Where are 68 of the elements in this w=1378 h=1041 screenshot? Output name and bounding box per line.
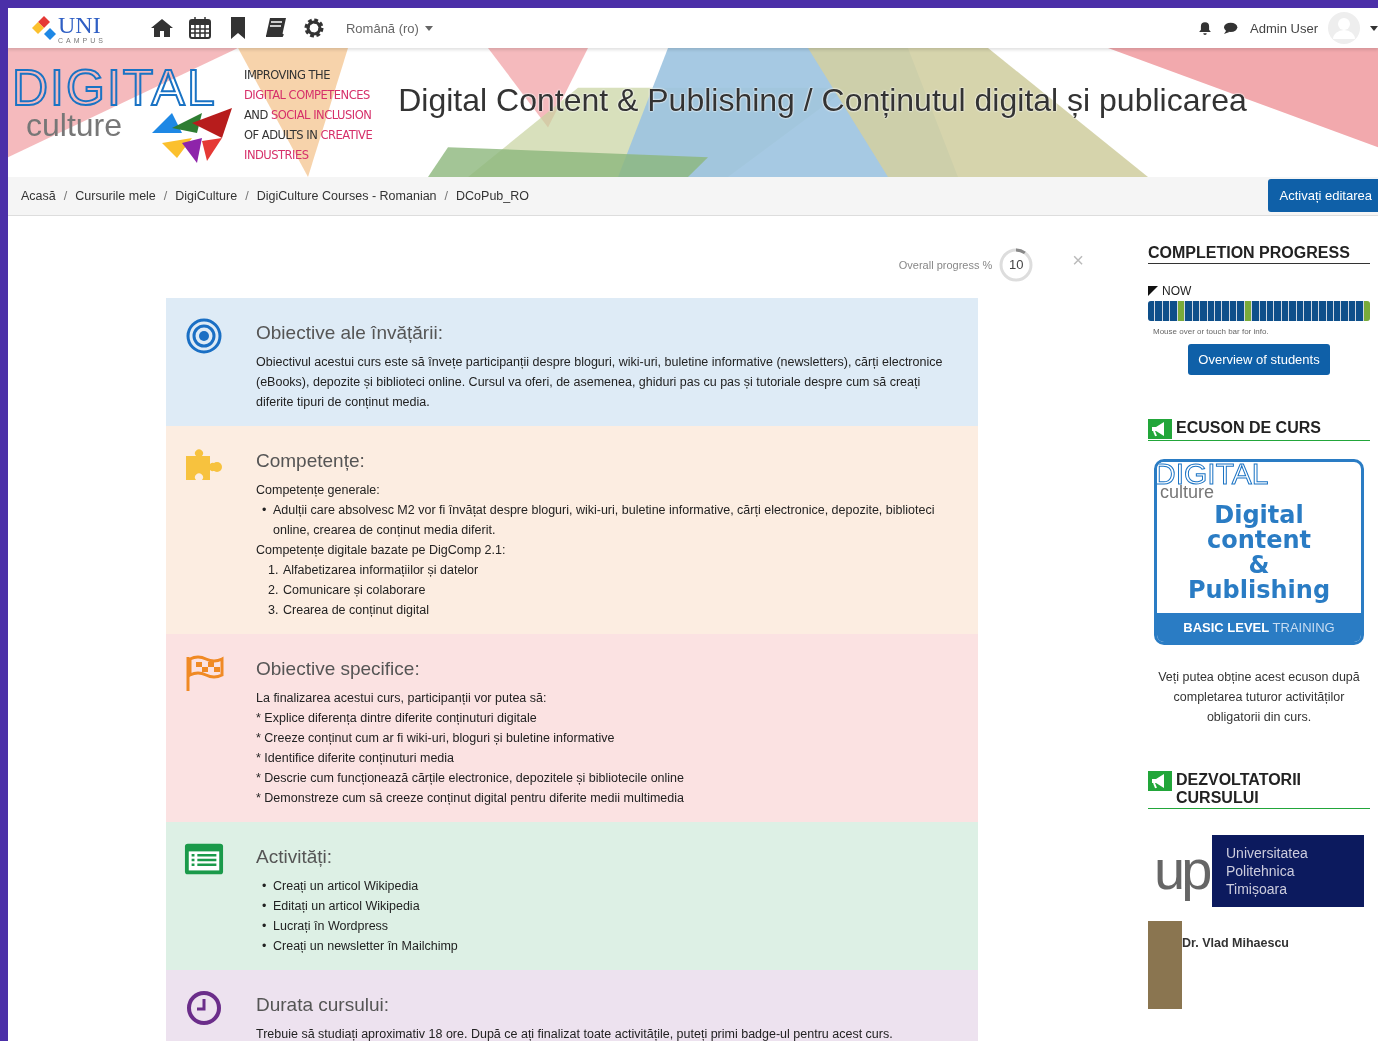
clock-icon: [186, 990, 222, 1026]
overview-button[interactable]: Overview of students: [1188, 344, 1330, 375]
photo-placeholder: [1148, 965, 1182, 1009]
list-item: • Adulții care absolvesc M2 vor fi învățat despre bloguri, wiki-uri, buletine informative, cărți electronice, depozite, biblioteci online, crearea de conținut media diferit.: [262, 502, 936, 539]
breadcrumb-separator: /: [163, 189, 168, 203]
list-item: 1. Alfabetizarea informațiilor și datelor: [268, 562, 479, 579]
digital-culture-logo: DIGITAL culture: [12, 62, 238, 163]
section-title: Activități:: [256, 846, 334, 868]
photo-placeholder: [1148, 921, 1182, 965]
checkered-flag-icon: [184, 654, 224, 692]
list-item: 2. Comunicare și colaborare: [268, 582, 426, 599]
diamond-logo-icon: [32, 14, 56, 42]
chat-bubble-icon[interactable]: [1222, 21, 1239, 35]
calendar-icon[interactable]: [187, 16, 212, 40]
breadcrumb-separator: /: [245, 189, 249, 203]
section-text: * Demonstreze cum să creeze conținut digital pentru diferite medii multimedia: [256, 790, 685, 807]
list-item: • Creați un newsletter în Mailchimp: [262, 938, 458, 955]
list-item: • Lucrați în Wordpress: [262, 918, 389, 935]
edit-mode-button[interactable]: Activați editarea: [1267, 179, 1378, 212]
list-icon: [184, 842, 224, 876]
target-icon: [186, 318, 222, 354]
hint-text: Mouse over or touch bar for info.: [1153, 327, 1270, 336]
badge-note: Veți putea obține acest ecuson după completarea tuturor activităților obligatorii din curs.: [1157, 669, 1361, 726]
banner-tagline: IMPROVING THE DIGITAL COMPETENCES AND SOCIAL INCLUSION OF ADULTS IN CREATIVE INDUSTRIES: [244, 66, 373, 164]
course-title: Digital Content & Publishing / Conținutul digital și publicarea: [398, 82, 1247, 119]
section-text: * Explice diferența dintre diferite conținuturi digitale: [256, 710, 538, 727]
section-text: * Identifice diferite conținuturi media: [256, 750, 456, 767]
now-marker-icon: [1148, 286, 1158, 296]
section-title: Competențe:: [256, 450, 366, 472]
breadcrumb-link[interactable]: Cursurile mele: [75, 189, 156, 203]
caret-icon: [424, 25, 433, 31]
section-text: * Creeze conținut cum ar fi wiki-uri, bloguri și buletine informative: [256, 730, 616, 747]
language-dropdown[interactable]: Română (ro): [345, 20, 433, 36]
breadcrumb-separator: /: [444, 189, 449, 203]
breadcrumb-link[interactable]: DigiCulture Courses - Romanian: [256, 189, 437, 203]
megaphone-icon: [1148, 771, 1172, 791]
progress-label: Overall progress %: [898, 259, 993, 271]
list-item: • Editați un articol Wikipedia: [262, 898, 420, 915]
completion-progress-bar[interactable]: [1148, 301, 1370, 321]
now-label: NOW: [1162, 284, 1192, 298]
section-text: * Descrie cum funcționează cărțile electronice, depozitele și bibliotecile online: [256, 770, 685, 787]
section-text: Competențe generale:: [256, 482, 381, 499]
section-text: Obiectivul acestui curs este să învețe participanții despre bloguri, wiki-uri, buletine informative (newsletters), cărți electronice (eBooks), depozite și biblioteci online. Cursul va oferi, de asemenea, ghiduri pas cu pas și tutoriale despre cum să creați diferite tipuri de conținut media.: [256, 354, 944, 411]
block-title: COMPLETION PROGRESS: [1148, 244, 1370, 264]
section-text: Competențe digitale bazate pe DigComp 2.1:: [256, 542, 507, 559]
list-item: 3. Crearea de conținut digital: [268, 602, 429, 619]
breadcrumb-link[interactable]: DigiCulture: [175, 189, 238, 203]
university-logo: up Universitatea Politehnica Timișoara: [1154, 835, 1364, 907]
section-title: Obiective ale învățării:: [256, 322, 444, 344]
book-icon[interactable]: [263, 16, 288, 40]
section-text: Trebuie să studiați aproximativ 18 ore. După ce ați finalizat toate activitățile, puteți primi badge-ul pentru acest curs.: [256, 1026, 894, 1041]
person-name[interactable]: Dr. Vlad Mihaescu: [1182, 936, 1289, 950]
section-title: Obiective specifice:: [256, 658, 421, 680]
block-title-text: DEZVOLTATORII CURSULUI: [1176, 771, 1303, 807]
puzzle-piece-icon: [184, 446, 224, 482]
breadcrumb-link[interactable]: Acasă: [21, 189, 56, 203]
breadcrumb-link[interactable]: DCoPub_RO: [456, 189, 529, 203]
progress-ring: 10: [998, 247, 1035, 283]
user-name[interactable]: Admin User: [1250, 20, 1318, 36]
section-text: La finalizarea acestui curs, participanții vor putea să:: [256, 690, 548, 707]
course-badge: DIGITAL culture Digital content & Publishing BASIC LEVEL TRAINING: [1154, 459, 1364, 645]
block-title-text: ECUSON DE CURS: [1176, 419, 1321, 437]
caret-icon[interactable]: [1370, 25, 1378, 31]
breadcrumb-separator: /: [63, 189, 68, 203]
section-title: Durata cursului:: [256, 994, 391, 1016]
home-icon[interactable]: [149, 16, 174, 40]
bell-icon[interactable]: [1198, 21, 1213, 35]
list-item: • Creați un articol Wikipedia: [262, 878, 419, 895]
